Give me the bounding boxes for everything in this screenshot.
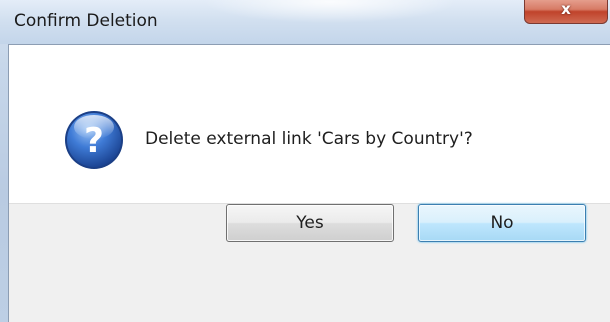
question-icon: ? [65, 111, 123, 169]
dialog-body: ? Delete external link 'Cars by Country'… [8, 44, 610, 322]
dialog-title: Confirm Deletion [14, 11, 158, 31]
svg-text:?: ? [84, 121, 104, 161]
no-button[interactable]: No [418, 204, 586, 242]
confirm-deletion-dialog: Confirm Deletion x ? Delete external lin… [0, 0, 610, 322]
close-icon: x [561, 0, 571, 18]
yes-button[interactable]: Yes [226, 204, 394, 242]
title-bar[interactable]: Confirm Deletion x [0, 0, 610, 44]
close-button[interactable]: x [524, 0, 608, 24]
message-area: ? Delete external link 'Cars by Country'… [9, 45, 610, 203]
confirmation-message: Delete external link 'Cars by Country'? [145, 129, 473, 149]
